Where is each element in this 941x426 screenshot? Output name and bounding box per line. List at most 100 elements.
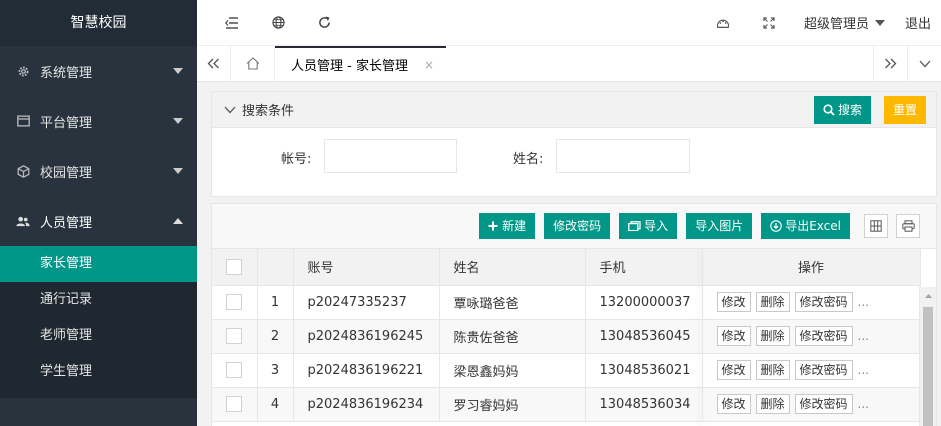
logout-link[interactable]: 退出 [897, 13, 941, 32]
name-label: 姓名: [513, 152, 544, 167]
account-input[interactable] [324, 139, 457, 173]
row-checkbox-cell [212, 387, 258, 422]
plus-icon [488, 221, 498, 231]
fullscreen-icon[interactable] [746, 0, 792, 46]
download-icon [770, 220, 782, 232]
row-change-password-button[interactable]: 修改密码 [794, 292, 853, 312]
scroll-up-icon[interactable] [920, 287, 936, 304]
row-change-password-button[interactable]: 修改密码 [794, 326, 853, 346]
row-phone: 13048536045 [585, 319, 703, 354]
tabs-scroll-left-icon[interactable] [197, 46, 231, 81]
row-change-password-button[interactable]: 修改密码 [794, 360, 853, 380]
caret-down-icon [173, 68, 183, 74]
close-icon[interactable]: × [424, 58, 434, 72]
table-row: 3 p2024836196221 梁恩鑫妈妈 13048536021 修改 删除修… [212, 353, 921, 388]
sidebar-group-system[interactable]: 系统管理 [0, 46, 197, 96]
account-label: 帐号: [281, 152, 312, 167]
row-change-password-button[interactable]: 修改密码 [794, 394, 853, 414]
import-icon [628, 221, 641, 231]
admin-menu[interactable]: 超级管理员 [792, 13, 897, 32]
globe-icon[interactable] [255, 0, 301, 46]
more-actions-icon[interactable]: ... [858, 363, 869, 377]
sidebar-group-personnel[interactable]: 人员管理 [0, 196, 197, 246]
select-all-checkbox[interactable] [226, 258, 243, 275]
users-icon [16, 214, 30, 228]
phone-column-header[interactable]: 手机 [585, 249, 703, 286]
table-row: 4 p2024836196234 罗习睿妈妈 13048536034 修改 删除修… [212, 387, 921, 422]
delete-button[interactable]: 删除 [755, 360, 790, 380]
row-name: 覃咏璐爸爸 [439, 285, 586, 320]
actions-column-header: 操作 [702, 249, 921, 286]
column-filter-icon[interactable] [864, 214, 888, 238]
table-row: 1 p20247335237 覃咏璐爸爸 13200000037 修改 删除 修改密… [212, 285, 921, 320]
sidebar: 智慧校园 系统管理 平台管理 校园管理 人员管理 家长管理 通行记录 老师管理 … [0, 0, 197, 426]
row-checkbox-cell [212, 353, 258, 388]
caret-up-icon [173, 218, 183, 224]
delete-button[interactable]: 删除 [755, 292, 790, 312]
sidebar-toggle-icon[interactable] [209, 0, 255, 46]
home-icon[interactable] [231, 46, 275, 81]
edit-button[interactable]: 修改 [716, 360, 751, 380]
print-icon[interactable] [896, 214, 920, 238]
parents-table: 账号 姓名 手机 操作 1 p20247335237 覃咏璐爸爸 1320000… [212, 249, 921, 422]
sidebar-item-parents[interactable]: 家长管理 [0, 246, 197, 282]
sidebar-group-platform[interactable]: 平台管理 [0, 96, 197, 146]
name-input[interactable] [556, 139, 690, 173]
account-column-header[interactable]: 账号 [293, 249, 440, 286]
search-panel: 搜索条件 搜索 重置 帐号: 姓名: [211, 91, 937, 197]
search-button[interactable]: 搜索 [813, 95, 871, 124]
export-button-label: 导出Excel [785, 219, 841, 233]
sidebar-submenu-personnel: 家长管理 通行记录 老师管理 学生管理 [0, 246, 197, 398]
sidebar-item-students[interactable]: 学生管理 [0, 354, 197, 390]
delete-button[interactable]: 删除 [755, 326, 790, 346]
row-phone: 13200000037 [585, 285, 703, 320]
new-button[interactable]: 新建 [479, 213, 536, 239]
more-actions-icon[interactable]: ... [858, 397, 869, 411]
more-actions-icon[interactable]: ... [858, 295, 869, 309]
tab-parents-management[interactable]: 人员管理 - 家长管理 × [275, 46, 447, 81]
edit-button[interactable]: 修改 [716, 394, 751, 414]
change-password-button[interactable]: 修改密码 [544, 213, 611, 239]
refresh-icon[interactable] [301, 0, 347, 46]
tabs-dropdown-icon[interactable] [907, 46, 941, 81]
sidebar-group-campus[interactable]: 校园管理 [0, 146, 197, 196]
row-phone: 13048536021 [585, 353, 703, 388]
edit-button[interactable]: 修改 [716, 292, 751, 312]
sidebar-group-label: 校园管理 [40, 165, 93, 181]
import-button[interactable]: 导入 [619, 213, 678, 239]
row-checkbox[interactable] [226, 396, 243, 412]
table-header-row: 账号 姓名 手机 操作 [212, 249, 921, 286]
row-name: 罗习睿妈妈 [439, 387, 586, 422]
row-checkbox-cell [212, 285, 258, 320]
name-column-header[interactable]: 姓名 [439, 249, 586, 286]
reset-button[interactable]: 重置 [883, 95, 926, 124]
more-actions-icon[interactable]: ... [858, 329, 869, 343]
theme-palette-icon[interactable] [700, 0, 746, 46]
fixed-column-shadow [702, 249, 703, 426]
row-actions: 修改 删除 修改密码... [702, 319, 921, 354]
sidebar-item-access-records[interactable]: 通行记录 [0, 282, 197, 318]
tab-label: 人员管理 - 家长管理 [291, 59, 408, 74]
admin-label: 超级管理员 [803, 17, 869, 32]
row-phone: 13048536034 [585, 387, 703, 422]
row-checkbox[interactable] [226, 362, 243, 378]
chevron-down-icon [224, 103, 236, 117]
sidebar-item-teachers[interactable]: 老师管理 [0, 318, 197, 354]
table-toolbar: 新建 修改密码 导入 导入图片 导出Excel [212, 204, 936, 249]
tabs-scroll-right-icon[interactable] [873, 46, 907, 81]
window-icon [16, 114, 30, 128]
search-panel-toggle[interactable]: 搜索条件 [224, 100, 814, 119]
index-header [257, 249, 294, 286]
row-index: 2 [257, 319, 294, 354]
scrollbar-thumb[interactable] [923, 307, 933, 426]
row-checkbox[interactable] [226, 294, 243, 310]
table-scrollbar[interactable] [919, 287, 936, 426]
sidebar-group-label: 系统管理 [40, 65, 93, 81]
delete-button[interactable]: 删除 [755, 394, 790, 414]
row-name: 梁恩鑫妈妈 [439, 353, 586, 388]
import-images-button[interactable]: 导入图片 [686, 213, 753, 239]
edit-button[interactable]: 修改 [716, 326, 751, 346]
row-checkbox[interactable] [226, 328, 243, 344]
caret-down-icon [173, 168, 183, 174]
export-excel-button[interactable]: 导出Excel [761, 213, 850, 239]
